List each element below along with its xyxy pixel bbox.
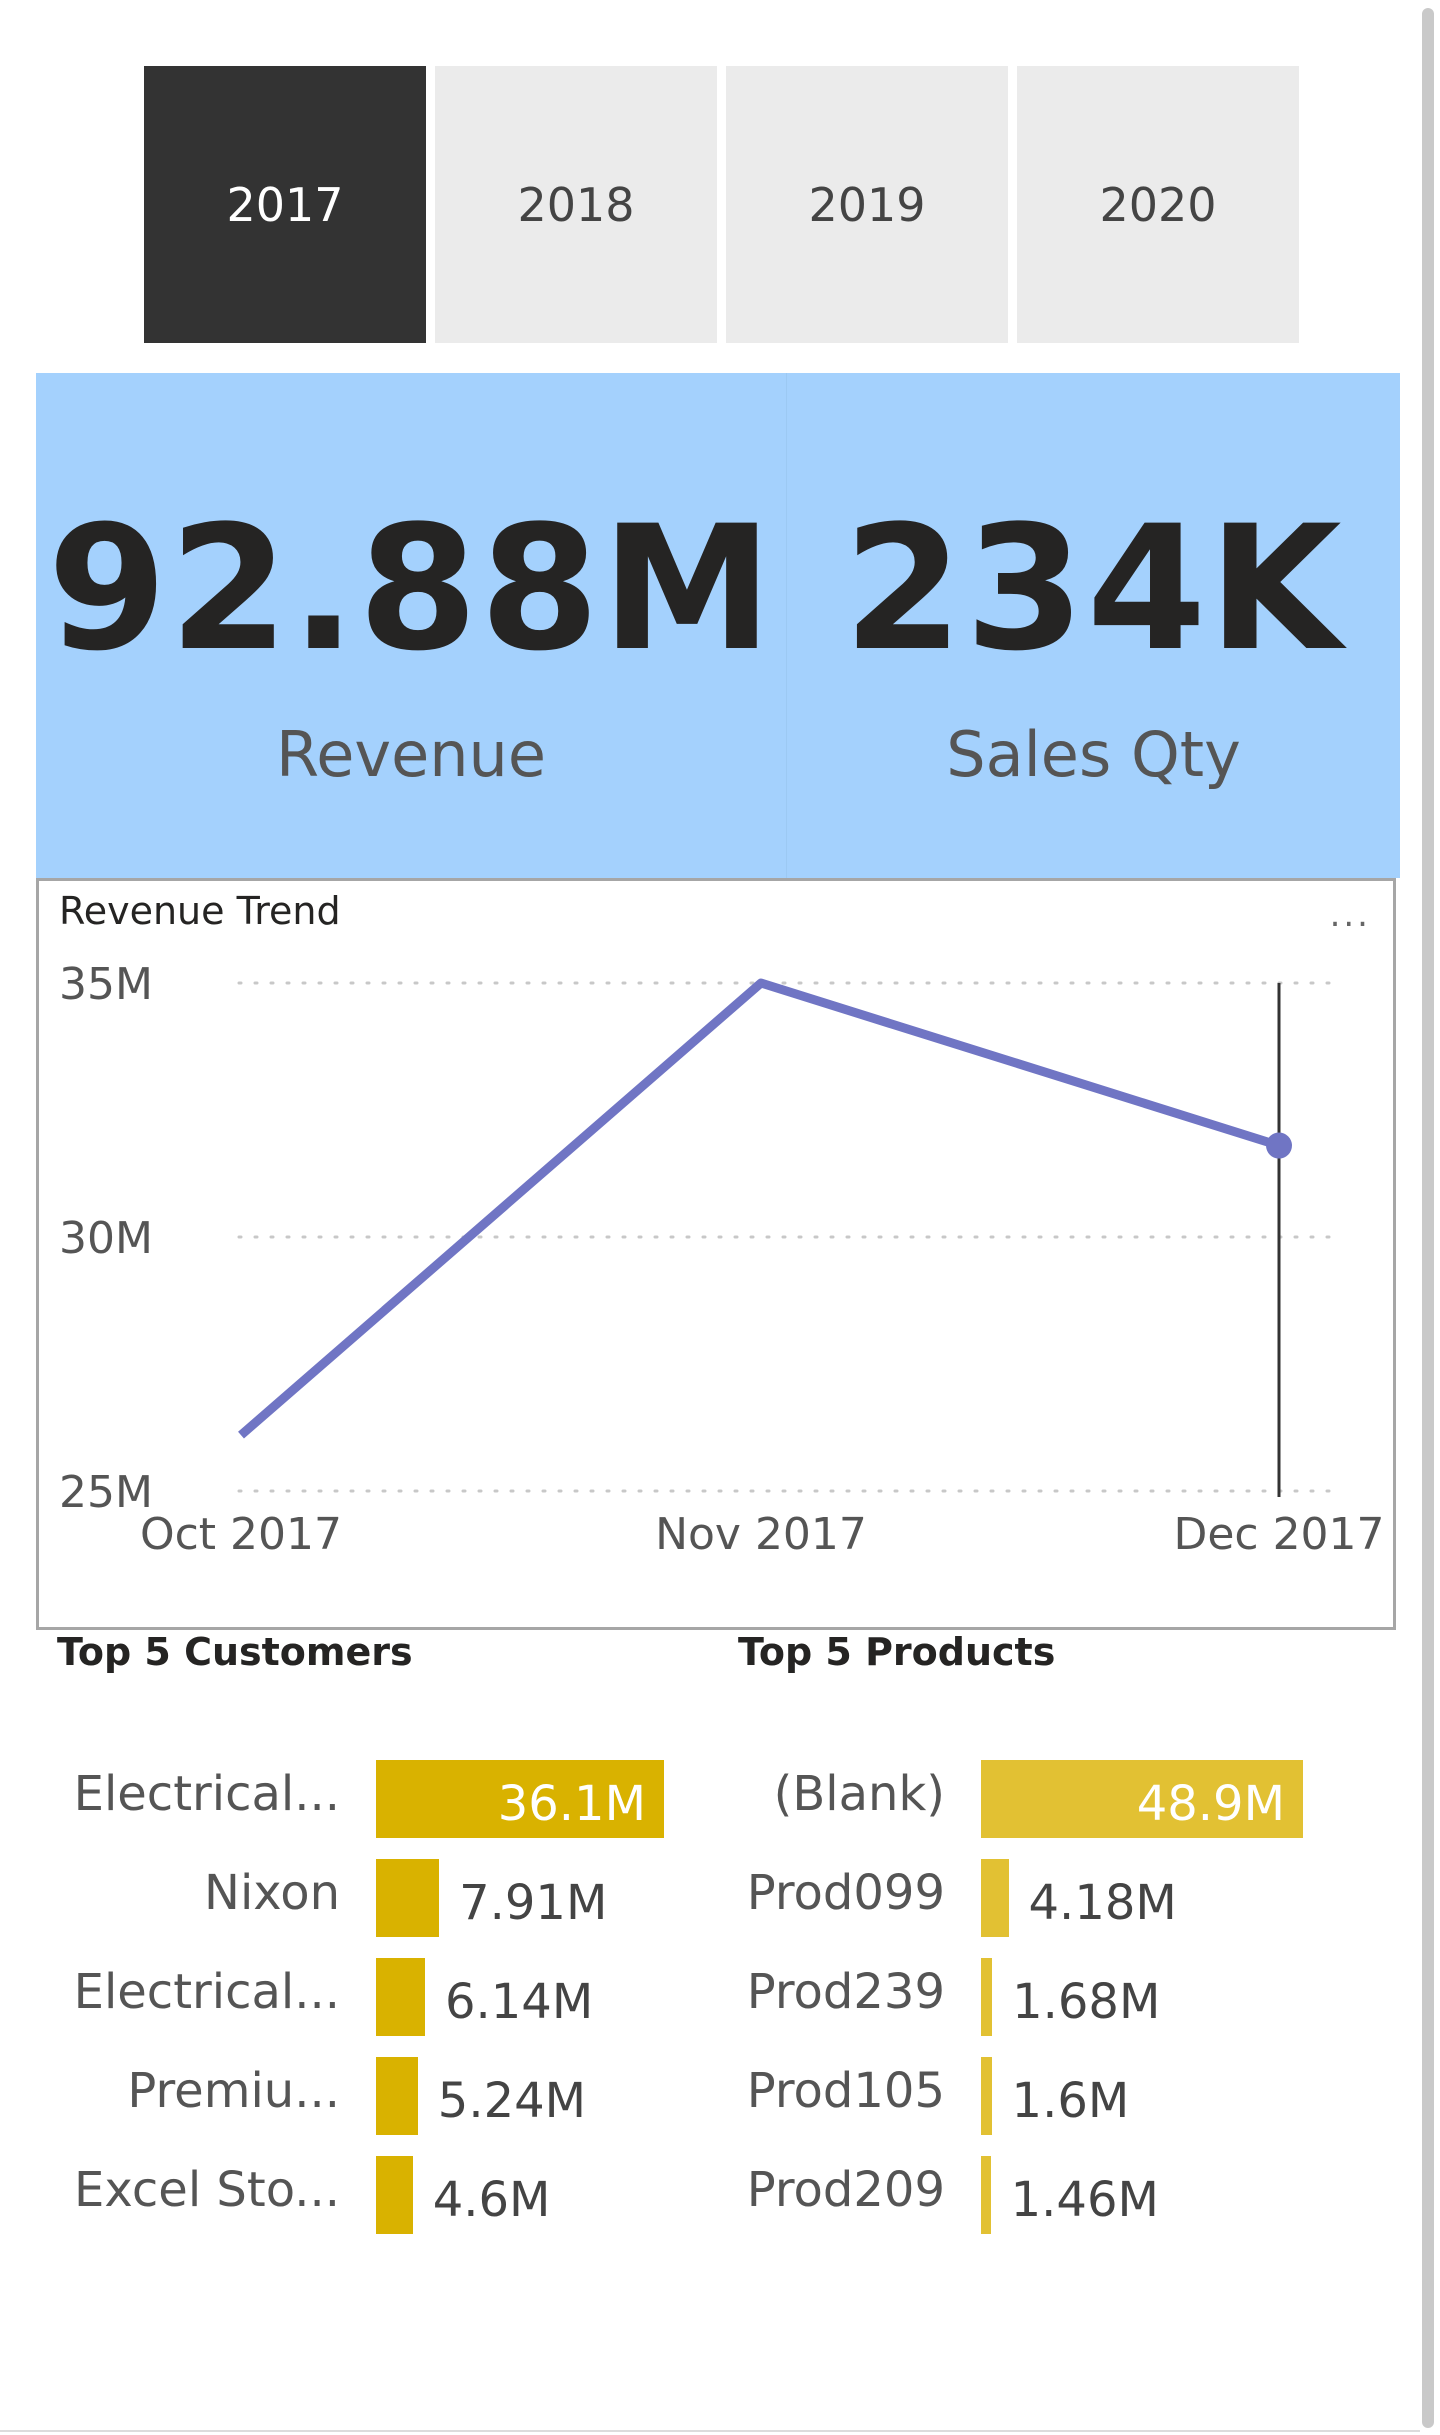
x-tick-label: Nov 2017	[655, 1509, 867, 1560]
x-tick-label: Oct 2017	[140, 1509, 342, 1560]
year-button-2018[interactable]: 2018	[435, 66, 717, 343]
revenue-label: Revenue	[275, 718, 546, 791]
bar-row[interactable]: Prod105 1.6M	[0, 2057, 1129, 2137]
top-products-title: Top 5 Products	[738, 1630, 1056, 1674]
top-customers-title: Top 5 Customers	[57, 1630, 413, 1674]
sales-qty-value: 234K	[843, 488, 1344, 689]
bar-value-label: 1.6M	[1011, 2073, 1130, 2129]
bar-category-label: Prod105	[746, 2063, 945, 2119]
year-button-2019[interactable]: 2019	[726, 66, 1008, 343]
bar-value-label: 4.18M	[1028, 1875, 1177, 1931]
bar-category-label: Prod209	[746, 2162, 945, 2218]
vertical-scrollbar[interactable]	[1422, 8, 1434, 2428]
year-button-2017[interactable]: 2017	[144, 66, 426, 343]
bar-row[interactable]: Prod209 1.46M	[0, 2156, 1159, 2236]
revenue-trend-chart[interactable]: Revenue Trend ... 25M 30M 35M Oct 2017 Nov 2…	[36, 878, 1396, 1630]
revenue-line	[238, 978, 1281, 1439]
sales-qty-card[interactable]: 234K Sales Qty	[786, 373, 1400, 878]
y-tick-label: 25M	[59, 1467, 153, 1518]
highlight-point	[1266, 1132, 1292, 1159]
kpi-panel: 92.88M Revenue 234K Sales Qty	[36, 373, 1400, 878]
bar[interactable]	[981, 2057, 992, 2135]
year-slicer: 2017 2018 2019 2020	[144, 66, 1299, 343]
y-tick-label: 30M	[59, 1213, 153, 1264]
y-tick-label: 35M	[59, 959, 153, 1010]
bar-value-label: 48.9M	[1136, 1776, 1285, 1832]
year-button-2020[interactable]: 2020	[1017, 66, 1299, 343]
bar[interactable]	[981, 1958, 993, 2036]
bar-category-label: (Blank)	[773, 1766, 945, 1822]
bar-category-label: Prod099	[746, 1865, 945, 1921]
bar[interactable]	[981, 2156, 991, 2234]
bar-value-label: 1.68M	[1012, 1974, 1161, 2030]
bar-row[interactable]: (Blank) 48.9M	[0, 1760, 1303, 1840]
sales-qty-label: Sales Qty	[946, 718, 1241, 791]
bar[interactable]	[981, 1859, 1009, 1937]
revenue-card[interactable]: 92.88M Revenue	[36, 373, 786, 878]
bottom-divider	[0, 2430, 1420, 2432]
bar-value-label: 1.46M	[1010, 2172, 1159, 2228]
revenue-value: 92.88M	[47, 488, 775, 689]
revenue-trend-plot: 25M 30M 35M Oct 2017 Nov 2017 Dec 2017	[59, 959, 1385, 1560]
bar-category-label: Prod239	[746, 1964, 945, 2020]
x-tick-label: Dec 2017	[1173, 1509, 1384, 1560]
bar-row[interactable]: Prod099 4.18M	[0, 1859, 1177, 1939]
bar-row[interactable]: Prod239 1.68M	[0, 1958, 1160, 2038]
